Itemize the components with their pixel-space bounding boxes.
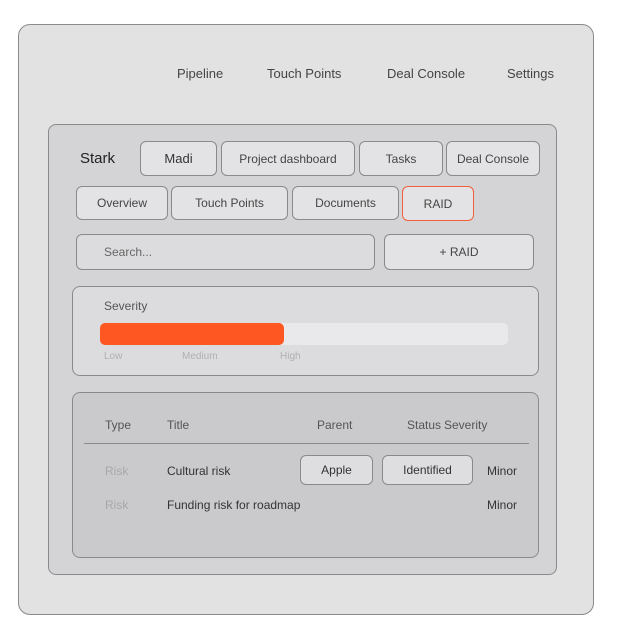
nav-pipeline[interactable]: Pipeline [177, 66, 223, 81]
owner-button[interactable]: Madi [140, 141, 217, 176]
table-header-divider [84, 443, 529, 444]
severity-slider[interactable] [100, 323, 508, 345]
project-dashboard-button[interactable]: Project dashboard [221, 141, 355, 176]
tab-overview[interactable]: Overview [76, 186, 168, 220]
row-1-status-chip[interactable]: Identified [382, 455, 473, 485]
column-header-status: Status [407, 418, 442, 432]
row-1-parent-chip[interactable]: Apple [300, 455, 373, 485]
row-2-type: Risk [105, 498, 129, 512]
nav-touch-points[interactable]: Touch Points [267, 66, 341, 81]
column-header-parent: Parent [317, 418, 353, 432]
row-2-severity: Minor [487, 498, 518, 512]
nav-deal-console[interactable]: Deal Console [387, 66, 465, 81]
deal-console-button[interactable]: Deal Console [446, 141, 540, 176]
column-header-type: Type [105, 418, 132, 432]
project-title: Stark [80, 150, 116, 167]
tab-raid[interactable]: RAID [402, 186, 474, 221]
severity-label: Severity [104, 299, 148, 313]
severity-level-low: Low [104, 351, 123, 362]
severity-level-medium: Medium [182, 351, 218, 362]
tab-documents[interactable]: Documents [292, 186, 399, 220]
row-2-title[interactable]: Funding risk for roadmap [167, 498, 300, 512]
search-input[interactable] [76, 234, 375, 270]
row-1-title[interactable]: Cultural risk [167, 464, 230, 478]
tab-touch-points[interactable]: Touch Points [171, 186, 288, 220]
tasks-button[interactable]: Tasks [359, 141, 443, 176]
add-raid-button[interactable]: + RAID [384, 234, 534, 270]
severity-level-high: High [280, 351, 301, 362]
nav-settings[interactable]: Settings [507, 66, 554, 81]
severity-slider-fill [100, 323, 284, 345]
row-1-type: Risk [105, 464, 129, 478]
row-1-severity: Minor [487, 464, 518, 478]
column-header-title: Title [167, 418, 190, 432]
column-header-severity: Severity [444, 418, 488, 432]
